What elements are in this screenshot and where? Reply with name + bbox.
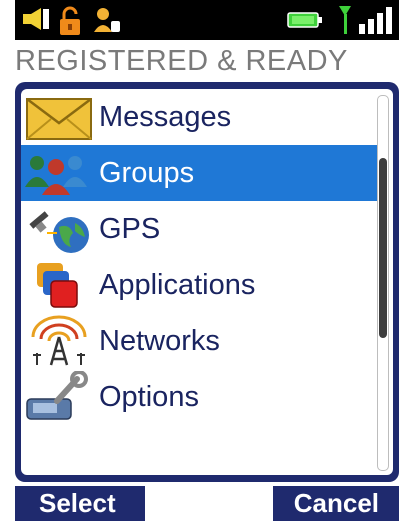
unlocked-padlock-icon (60, 6, 80, 35)
menu-item-options[interactable]: Options (21, 369, 377, 425)
registration-status-text: REGISTERED & READY (15, 40, 399, 82)
envelope-icon (26, 98, 92, 140)
middle-softkey[interactable] (145, 486, 273, 521)
softkey-bar: Select Cancel (15, 486, 399, 521)
phone-screen: REGISTERED & READY Messages Groups GPS A… (15, 0, 399, 521)
menu-list-area: Messages Groups GPS Applications Network… (21, 89, 393, 475)
menu-panel: Messages Groups GPS Applications Network… (15, 82, 399, 482)
stacked-windows-icon (37, 263, 78, 308)
menu-item-groups[interactable]: Groups (21, 145, 377, 201)
menu-item-label: Messages (99, 100, 232, 133)
menu-item-label: Networks (99, 324, 220, 357)
status-bar (15, 0, 399, 40)
menu-item-messages[interactable]: Messages (21, 89, 377, 145)
menu-item-label: Groups (99, 156, 195, 189)
select-softkey[interactable]: Select (39, 486, 116, 521)
globe-satellite-icon (29, 211, 89, 253)
signal-bars-icon (339, 6, 392, 34)
wrench-tools-icon (26, 371, 88, 420)
user-status-icon (94, 8, 120, 32)
cancel-softkey[interactable]: Cancel (294, 486, 379, 521)
menu-item-applications[interactable]: Applications (21, 257, 377, 313)
antenna-icon (339, 6, 351, 34)
menu-item-networks[interactable]: Networks (21, 313, 377, 369)
menu-item-label: Options (99, 380, 199, 413)
main-menu: Messages Groups GPS Applications Network… (21, 89, 377, 425)
menu-item-label: GPS (99, 212, 161, 245)
menu-scrollbar[interactable] (377, 95, 389, 471)
menu-item-gps[interactable]: GPS (21, 201, 377, 257)
speaker-icon (23, 8, 49, 30)
battery-icon (287, 12, 322, 28)
menu-item-label: Applications (99, 268, 256, 301)
people-group-icon (25, 156, 87, 195)
radio-tower-icon (31, 315, 87, 366)
scrollbar-thumb[interactable] (379, 158, 387, 338)
